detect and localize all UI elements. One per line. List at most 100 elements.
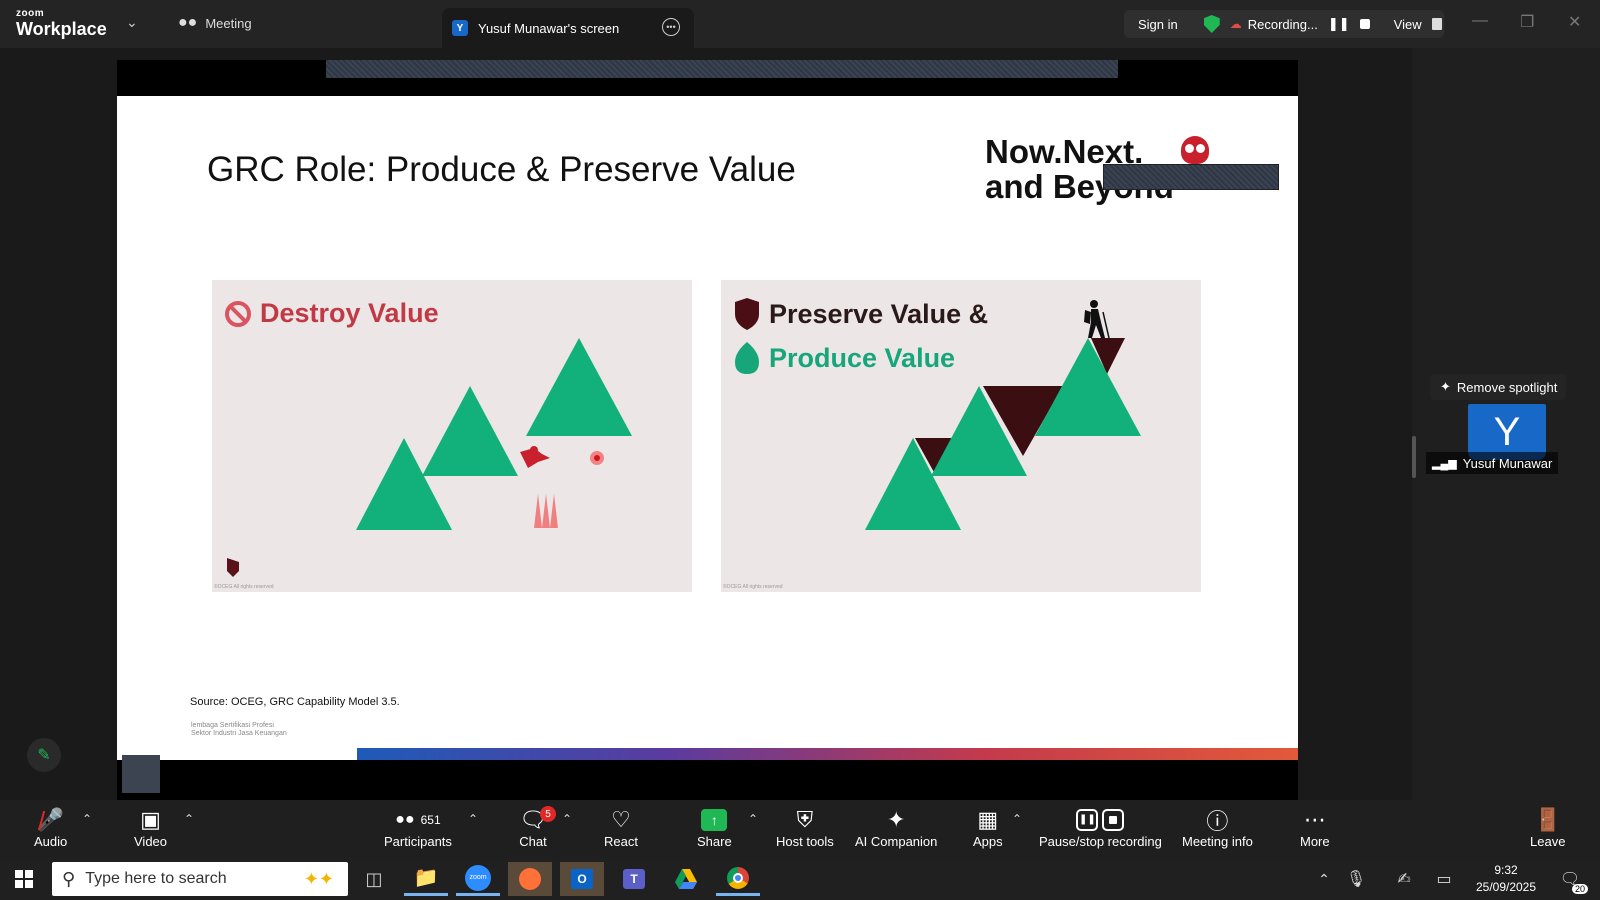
- security-shield-icon[interactable]: [1203, 15, 1220, 33]
- sign-in-button[interactable]: Sign in: [1138, 17, 1178, 32]
- ai-companion-label: AI Companion: [855, 834, 938, 849]
- spikes-icon: [534, 494, 558, 528]
- clock-date: 25/09/2025: [1475, 880, 1537, 894]
- recording-label[interactable]: Recording...: [1248, 17, 1318, 32]
- ai-companion-button[interactable]: ✦ AI Companion: [855, 806, 937, 849]
- footer-gradient-bar: [357, 748, 1298, 760]
- panel-resize-handle[interactable]: [1412, 436, 1416, 478]
- display-icon[interactable]: ▭: [1432, 862, 1456, 896]
- leave-button[interactable]: 🚪 Leave: [1530, 806, 1565, 849]
- preserve-value-illustration: [865, 300, 1141, 530]
- brand-large: Workplace: [16, 19, 107, 39]
- notification-center-icon[interactable]: 🗨 20: [1552, 862, 1588, 896]
- org-line-1: lembaga Sertifikasi Profesi: [191, 722, 274, 729]
- stop-recording-icon[interactable]: [1359, 19, 1370, 29]
- microphone-icon[interactable]: 🎙: [1344, 862, 1368, 896]
- system-tray-chevron-icon[interactable]: ⌃: [1312, 862, 1336, 896]
- windows-taskbar: ⚲ Type here to search ✦✦ ◫ 📁 zoom O T ⌃ …: [0, 858, 1600, 900]
- more-button[interactable]: ⋯ More: [1300, 806, 1330, 849]
- remove-spotlight-button[interactable]: ✦ Remove spotlight: [1430, 374, 1566, 400]
- firefox-icon[interactable]: [508, 862, 552, 896]
- task-view-icon[interactable]: ◫: [352, 862, 396, 896]
- pause-recording-icon[interactable]: ❚❚: [1328, 16, 1350, 32]
- apps-label: Apps: [973, 834, 1003, 849]
- restore-icon[interactable]: ❐: [1520, 12, 1534, 32]
- notification-count: 20: [1571, 884, 1588, 894]
- chrome-icon[interactable]: [716, 862, 760, 896]
- chevron-down-icon[interactable]: ⌄: [126, 14, 138, 31]
- annotate-pencil-icon[interactable]: ✎: [27, 738, 61, 772]
- pause-stop-label: Pause/stop recording: [1039, 834, 1162, 849]
- destroy-value-panel: Destroy Value ©OCEG All rights reserved: [212, 280, 692, 592]
- meeting-info-label: Meeting info: [1182, 834, 1253, 849]
- apps-button[interactable]: ▦ Apps: [973, 806, 1003, 849]
- search-placeholder: Type here to search: [85, 870, 227, 887]
- share-options-caret[interactable]: ⌃: [748, 812, 758, 826]
- google-drive-icon[interactable]: [664, 862, 708, 896]
- mid-mountain: [422, 386, 518, 476]
- view-button[interactable]: View: [1394, 17, 1422, 32]
- tab-shared-screen[interactable]: Y Yusuf Munawar's screen •••: [442, 8, 694, 48]
- signal-strength-icon: ▂▄▆: [1432, 457, 1457, 470]
- share-button[interactable]: ↑ Share: [697, 806, 732, 849]
- teams-icon[interactable]: T: [612, 862, 656, 896]
- zoom-workplace-logo: zoom Workplace: [16, 8, 107, 39]
- minimize-icon[interactable]: —: [1472, 12, 1488, 30]
- chat-options-caret[interactable]: ⌃: [562, 812, 572, 826]
- falling-climber-icon: [520, 446, 550, 468]
- redacted-thumbnail: [122, 755, 160, 793]
- leave-door-icon: 🚪: [1534, 807, 1562, 832]
- presentation-slide: GRC Role: Produce & Preserve Value Now.N…: [117, 96, 1298, 760]
- apps-options-caret[interactable]: ⌃: [1012, 812, 1022, 826]
- meeting-stage: GRC Role: Produce & Preserve Value Now.N…: [0, 48, 1600, 800]
- preserve-value-panel: Preserve Value & Produce Value ©OCEG All…: [721, 280, 1201, 592]
- participants-options-caret[interactable]: ⌃: [468, 812, 478, 826]
- pause-stop-recording-button[interactable]: ❚❚ Pause/stop recording: [1039, 806, 1162, 849]
- tab-meeting-label: Meeting: [205, 15, 252, 31]
- react-button[interactable]: ♡ React: [604, 806, 638, 849]
- windows-start-icon[interactable]: [2, 862, 46, 896]
- close-icon[interactable]: ✕: [1568, 12, 1581, 32]
- source-citation: Source: OCEG, GRC Capability Model 3.5.: [190, 696, 400, 708]
- pin-icon: ✦: [1440, 379, 1451, 394]
- heart-icon: ♡: [611, 807, 631, 832]
- brand-small: zoom: [16, 8, 45, 19]
- destroy-value-illustration: [227, 338, 632, 577]
- meeting-info-button[interactable]: ⓘ Meeting info: [1182, 806, 1253, 849]
- title-bar: zoom Workplace ⌄ ●● Meeting Y Yusuf Muna…: [0, 0, 1600, 48]
- leave-label: Leave: [1530, 834, 1566, 849]
- host-shield-icon: ⛨: [796, 807, 814, 832]
- more-label: More: [1300, 834, 1330, 849]
- redacted-bar: [326, 60, 1118, 78]
- react-label: React: [604, 834, 638, 849]
- more-dots-icon: ⋯: [1303, 807, 1326, 832]
- share-label: Share: [697, 834, 732, 849]
- search-icon: ⚲: [62, 868, 76, 889]
- view-layout-icon[interactable]: [1431, 18, 1442, 30]
- organization-logo: lembaga Sertifikasi Profesi Sektor Indus…: [191, 722, 287, 738]
- audio-options-caret[interactable]: ⌃: [82, 812, 92, 826]
- tall-mountain: [526, 338, 632, 436]
- pen-icon[interactable]: ✍: [1392, 862, 1416, 896]
- outlook-icon[interactable]: O: [560, 862, 604, 896]
- host-tools-button[interactable]: ⛨ Host tools: [776, 806, 834, 849]
- owl-icon: [1181, 136, 1209, 164]
- taskbar-search-box[interactable]: ⚲ Type here to search ✦✦: [52, 862, 348, 896]
- audio-button[interactable]: 🎤 / Audio: [34, 806, 67, 849]
- participants-button[interactable]: ●● 651 Participants: [384, 806, 452, 849]
- zoom-app-icon[interactable]: zoom: [456, 862, 500, 896]
- file-explorer-icon[interactable]: 📁: [404, 862, 448, 896]
- recording-status-group: Sign in ☁ Recording... ❚❚ View: [1124, 10, 1444, 38]
- redacted-box: [1103, 164, 1279, 190]
- pause-stop-icon: ❚❚: [1076, 806, 1125, 834]
- apps-grid-icon: ▦: [977, 807, 999, 832]
- search-highlight-icon: ✦✦: [303, 868, 334, 889]
- taskbar-clock[interactable]: 9:32 25/09/2025: [1474, 862, 1538, 896]
- video-options-caret[interactable]: ⌃: [184, 812, 194, 826]
- tab-meeting[interactable]: ●● Meeting: [178, 14, 252, 32]
- remove-spotlight-label: Remove spotlight: [1456, 379, 1558, 395]
- video-camera-icon: ▣: [140, 807, 161, 832]
- video-button[interactable]: ▣ Video: [134, 806, 167, 849]
- more-options-icon[interactable]: •••: [662, 18, 680, 36]
- small-shield-icon: [227, 558, 239, 577]
